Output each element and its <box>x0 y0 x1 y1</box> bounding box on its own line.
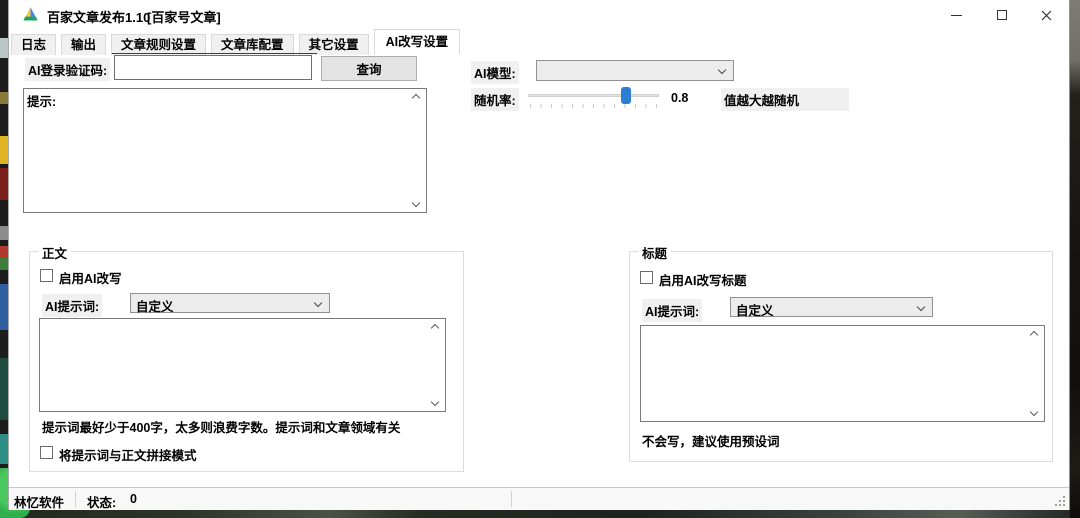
body-group-legend: 正文 <box>38 243 72 262</box>
app-window: 百家文章发布1.10 [百家号文章] 日志 输出 文章规则设置 文章库配置 其它… <box>8 0 1070 510</box>
body-prompt-label: AI提示词: <box>42 294 103 317</box>
body-prompt-text <box>43 321 425 409</box>
window-title: 百家文章发布1.10 <box>47 10 151 25</box>
title-prompt-hint: 不会写，建议使用预设词 <box>642 435 780 449</box>
slider-ticks <box>530 104 657 108</box>
title-prompt-select[interactable]: 自定义 <box>730 297 933 318</box>
tab-article-library[interactable]: 文章库配置 <box>211 34 294 55</box>
enable-ai-rewrite-title-checkbox[interactable] <box>640 271 653 284</box>
status-value: 0 <box>130 492 137 506</box>
title-prompt-text <box>644 328 1024 419</box>
maximize-button[interactable] <box>979 0 1024 30</box>
chevron-down-icon <box>430 397 440 407</box>
body-prompt-hint: 提示词最好少于400字，太多则浪费字数。提示词和文章领域有关 <box>42 421 401 435</box>
chevron-up-icon <box>430 323 440 333</box>
statusbar-separator <box>511 491 512 507</box>
statusbar-separator <box>75 491 76 507</box>
tips-scrollbar[interactable] <box>409 90 425 211</box>
close-button[interactable] <box>1024 0 1069 30</box>
body-group: 正文 启用AI改写 AI提示词: 自定义 提示词最好少于400字，太多则浪费字数… <box>29 243 464 472</box>
status-bar: 林忆软件 状态: 0 <box>9 487 1069 510</box>
tab-log[interactable]: 日志 <box>11 34 57 55</box>
ai-model-select[interactable] <box>536 60 734 81</box>
slider-thumb[interactable] <box>621 87 631 104</box>
tab-output[interactable]: 输出 <box>61 34 107 55</box>
concat-prompt-body-label: 将提示词与正文拼接模式 <box>59 449 197 463</box>
minimize-button[interactable] <box>934 0 979 30</box>
slider-track <box>528 94 659 97</box>
concat-prompt-body-checkbox[interactable] <box>40 446 53 459</box>
enable-ai-rewrite-checkbox[interactable] <box>40 269 53 282</box>
title-group: 标题 启用AI改写标题 AI提示词: 自定义 不会写，建议使用预设词 <box>629 243 1053 462</box>
desktop-wallpaper-fragment <box>0 510 1080 518</box>
ai-model-label: AI模型: <box>471 61 519 84</box>
window-subtitle: [百家号文章] <box>147 10 221 25</box>
body-prompt-select[interactable]: 自定义 <box>130 293 330 314</box>
title-prompt-label: AI提示词: <box>642 299 703 322</box>
title-prompt-textarea[interactable] <box>640 325 1045 422</box>
desktop: 百家文章发布1.10 [百家号文章] 日志 输出 文章规则设置 文章库配置 其它… <box>0 0 1080 518</box>
maximize-icon <box>996 10 1007 20</box>
tab-strip: 日志 输出 文章规则设置 文章库配置 其它设置 AI改写设置 <box>9 29 1069 55</box>
minimize-icon <box>951 14 962 16</box>
body-prompt-scrollbar[interactable] <box>428 320 444 410</box>
tab-ai-rewrite-settings[interactable]: AI改写设置 <box>373 29 461 55</box>
random-rate-slider[interactable] <box>528 86 659 108</box>
desktop-wallpaper-fragment <box>1070 0 1080 518</box>
app-icon <box>23 7 38 21</box>
chevron-down-icon <box>1029 407 1039 417</box>
body-prompt-textarea[interactable] <box>39 318 446 412</box>
query-button[interactable]: 查询 <box>321 56 417 81</box>
random-rate-note: 值越大越随机 <box>721 88 849 111</box>
ai-login-code-label: AI登录验证码: <box>25 58 111 81</box>
chevron-down-icon <box>717 65 727 75</box>
title-prompt-selected-value: 自定义 <box>736 304 774 318</box>
title-bar[interactable]: 百家文章发布1.10 [百家号文章] <box>9 0 1069 30</box>
resize-grip-icon[interactable] <box>1055 496 1065 506</box>
chevron-down-icon <box>313 298 323 308</box>
title-prompt-scrollbar[interactable] <box>1027 327 1043 420</box>
chevron-up-icon <box>411 93 421 103</box>
body-prompt-selected-value: 自定义 <box>136 300 174 314</box>
enable-ai-rewrite-label: 启用AI改写 <box>59 272 122 286</box>
tips-output-box[interactable]: 提示: <box>23 88 427 213</box>
tab-other-settings[interactable]: 其它设置 <box>298 34 369 55</box>
random-rate-value: 0.8 <box>671 91 689 105</box>
tab-strip-underline <box>112 53 317 54</box>
enable-ai-rewrite-title-label: 启用AI改写标题 <box>659 274 747 288</box>
random-rate-label: 随机率: <box>471 88 519 111</box>
statusbar-app-name: 林忆软件 <box>14 496 65 510</box>
ai-login-code-input[interactable] <box>114 55 312 80</box>
chevron-down-icon <box>916 302 926 312</box>
tips-output-text: 提示: <box>27 95 57 109</box>
close-icon <box>1041 10 1052 20</box>
tab-article-rules[interactable]: 文章规则设置 <box>111 34 207 55</box>
title-group-legend: 标题 <box>638 243 672 262</box>
chevron-up-icon <box>1029 330 1039 340</box>
chevron-down-icon <box>411 198 421 208</box>
status-label: 状态: <box>87 496 117 510</box>
